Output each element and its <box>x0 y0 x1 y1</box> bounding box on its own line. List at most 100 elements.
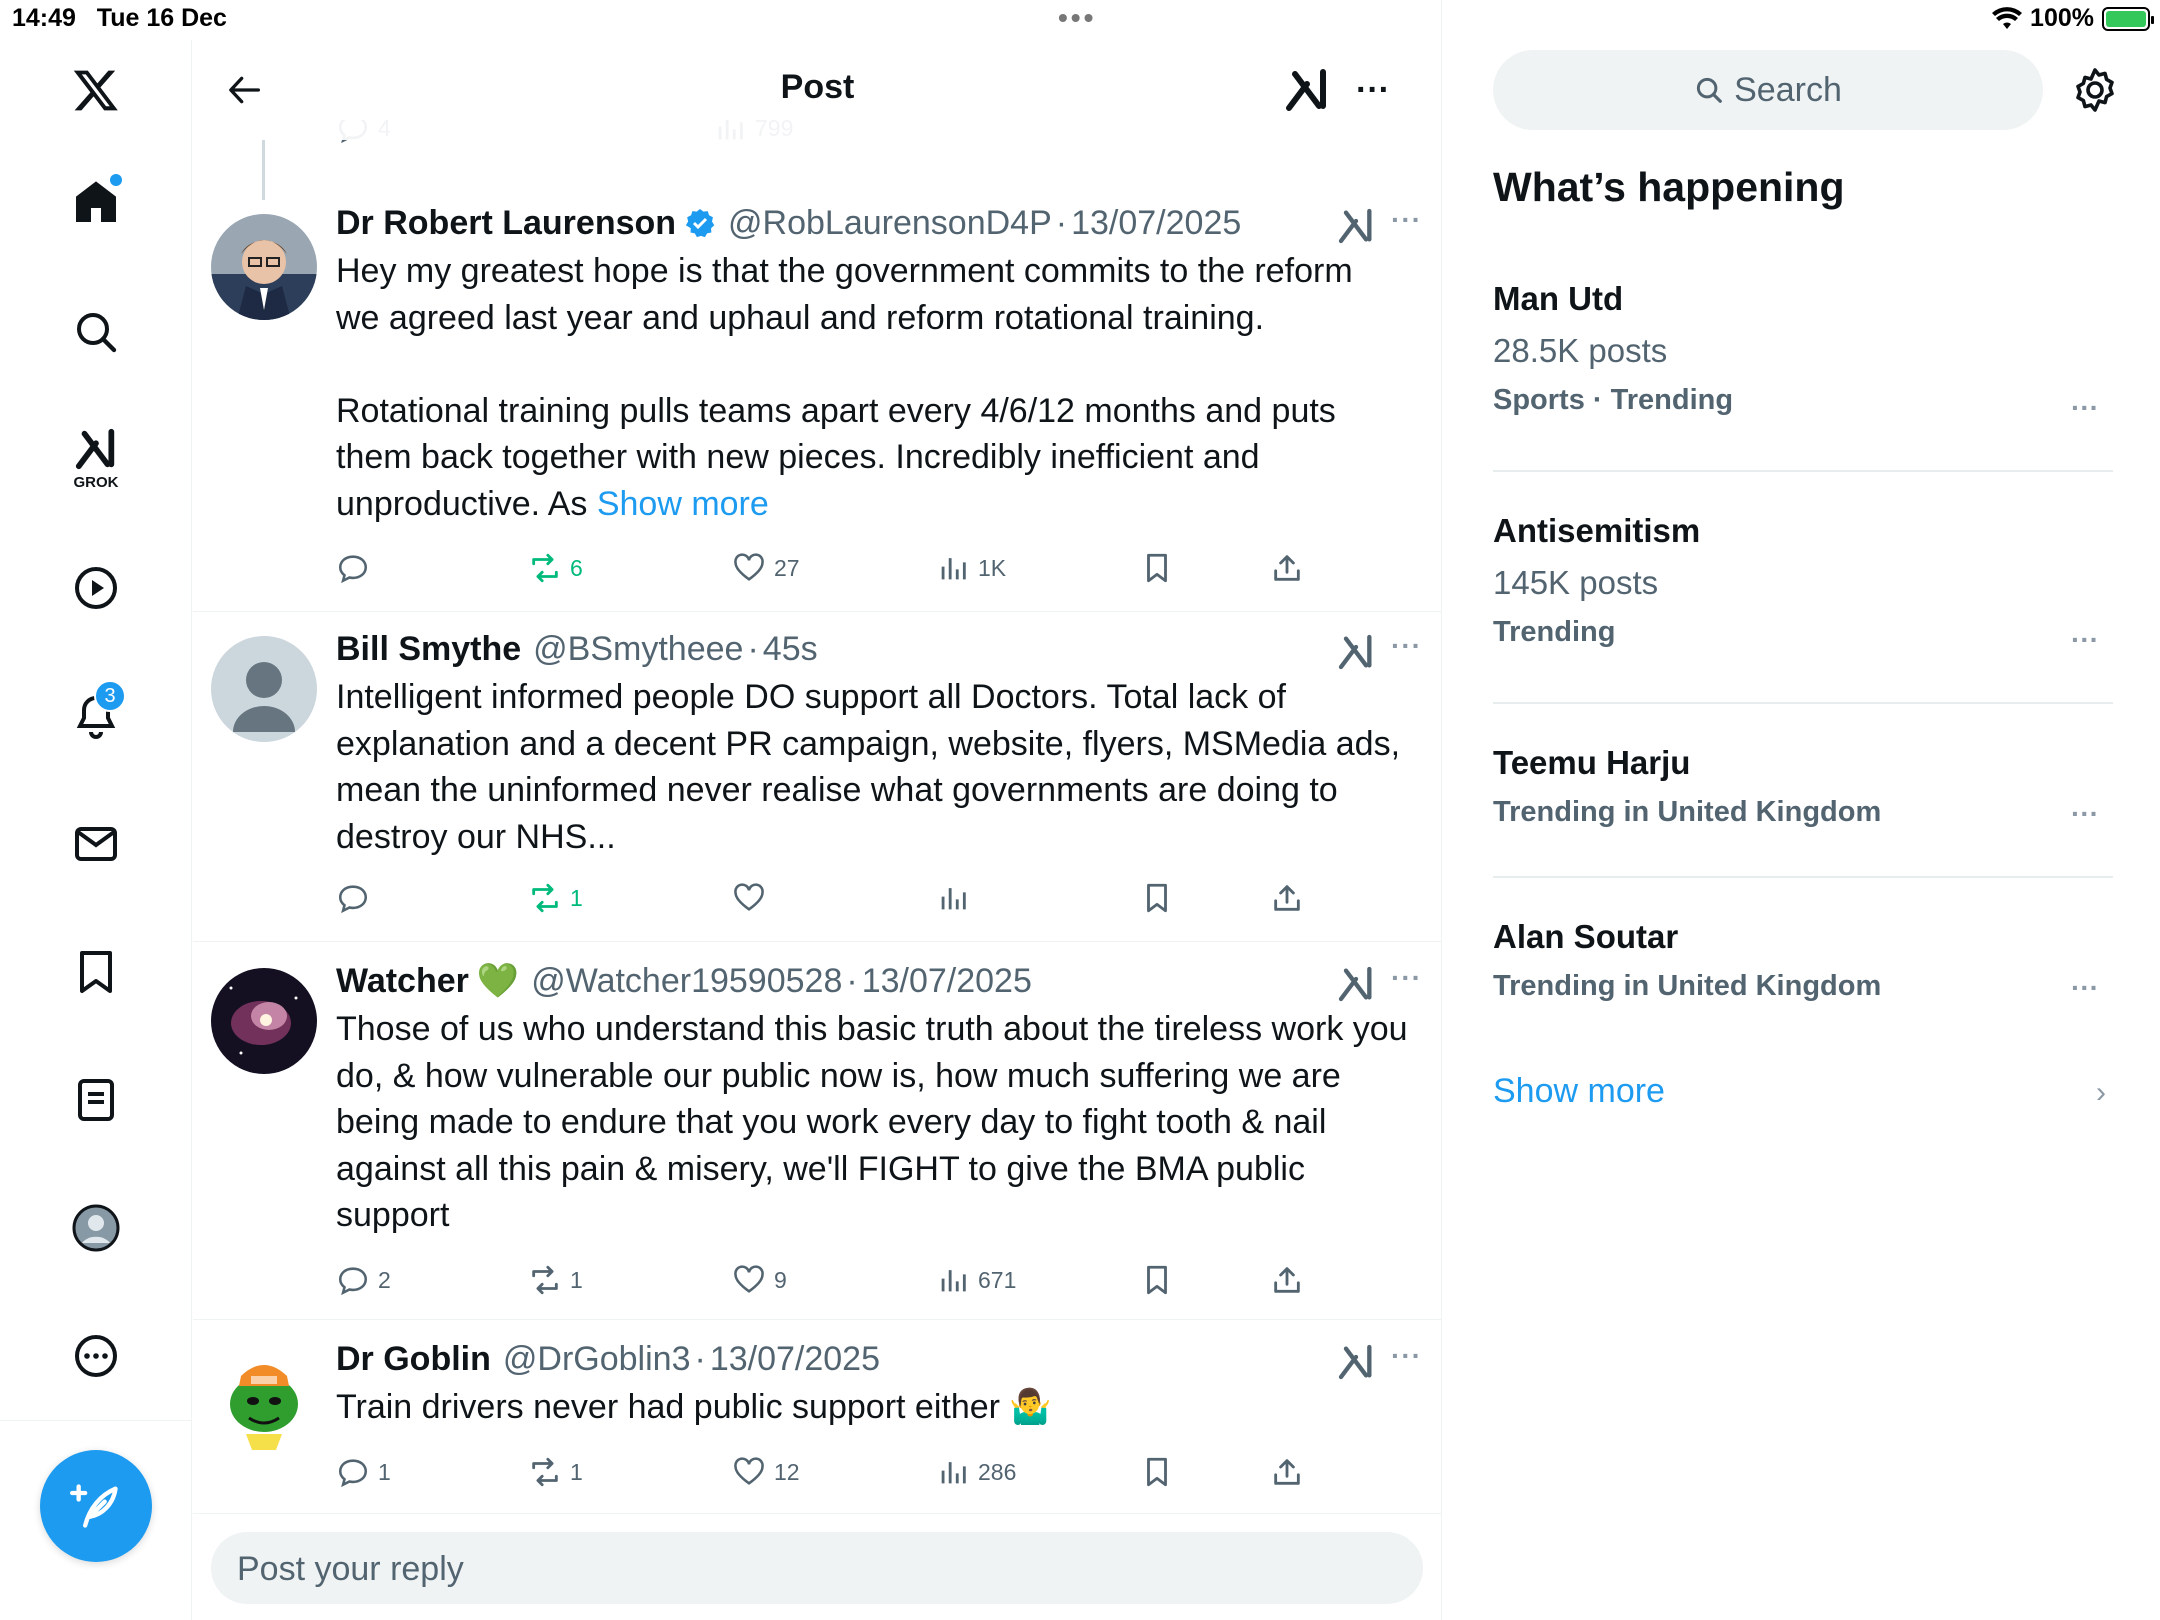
nav-notifications[interactable]: 3 <box>56 676 136 756</box>
author-handle[interactable]: @BSmytheee <box>533 630 743 669</box>
share-button[interactable] <box>1270 876 1304 920</box>
grok-icon[interactable] <box>1336 632 1376 672</box>
bookmark-button[interactable] <box>1140 1450 1174 1494</box>
author-name[interactable]: Bill Smythe <box>336 630 521 669</box>
nav-bookmarks[interactable] <box>56 932 136 1012</box>
notification-badge: 3 <box>94 680 126 712</box>
post-date[interactable]: 45s <box>763 630 818 669</box>
repost-icon <box>532 883 558 913</box>
share-icon <box>1274 555 1300 581</box>
grok-icon[interactable] <box>1336 1342 1376 1382</box>
nav-messages[interactable] <box>56 804 136 884</box>
post-header-line: Dr Robert Laurenson @RobLaurensonD4P · 1… <box>336 203 1242 243</box>
trend-item[interactable]: Antisemitism 145K posts Trending ··· <box>1493 512 2113 655</box>
author-handle[interactable]: @RobLaurensonD4P <box>728 204 1052 243</box>
reply-button[interactable]: 1 <box>336 1450 391 1494</box>
nav-profile[interactable] <box>56 1188 136 1268</box>
nav-video[interactable] <box>56 548 136 628</box>
author-name[interactable]: Watcher <box>336 962 469 1001</box>
reply-post[interactable]: Dr Goblin @DrGoblin3 · 13/07/2025 ··· Tr… <box>193 1336 1441 1514</box>
x-logo-icon[interactable] <box>56 50 136 130</box>
reply-input[interactable]: Post your reply <box>211 1532 1423 1604</box>
grok-icon[interactable] <box>1336 964 1376 1004</box>
post-actions: 6 27 1K <box>336 546 1336 590</box>
reply-placeholder: Post your reply <box>237 1550 464 1588</box>
share-button[interactable] <box>1270 546 1304 590</box>
views-button[interactable] <box>936 876 978 920</box>
reply-button[interactable] <box>336 876 378 920</box>
compose-post-button[interactable] <box>40 1450 152 1562</box>
bookmark-icon <box>1147 1265 1167 1295</box>
trend-item[interactable]: Alan Soutar Trending in United Kingdom ·… <box>1493 918 2113 1003</box>
views-button[interactable]: 286 <box>936 1450 1016 1494</box>
author-name[interactable]: Dr Goblin <box>336 1340 491 1379</box>
reply-button[interactable] <box>336 546 378 590</box>
more-options-icon[interactable]: ··· <box>2071 624 2099 656</box>
more-options-icon[interactable]: ··· <box>2071 798 2099 830</box>
more-options-icon[interactable]: ··· <box>2071 392 2099 424</box>
reply-post[interactable]: Bill Smythe @BSmytheee · 45s ··· Intelli… <box>193 626 1441 942</box>
bookmark-button[interactable] <box>1140 1258 1174 1302</box>
repost-button[interactable]: 1 <box>528 876 583 920</box>
views-button[interactable]: 671 <box>936 1258 1016 1302</box>
reply-post[interactable]: Watcher 💚 @Watcher19590528 · 13/07/2025 … <box>193 958 1441 1320</box>
left-nav: GROK 3 <box>0 40 192 1620</box>
like-button[interactable]: 12 <box>732 1450 800 1494</box>
chevron-right-icon: › <box>2096 1076 2106 1109</box>
share-button[interactable] <box>1270 1258 1304 1302</box>
profile-icon <box>72 1204 120 1252</box>
share-button[interactable] <box>1270 1450 1304 1494</box>
reply-post[interactable]: Dr Robert Laurenson @RobLaurensonD4P · 1… <box>193 200 1441 612</box>
more-options-icon[interactable]: ··· <box>1349 66 1397 114</box>
more-options-icon[interactable]: ··· <box>2071 972 2099 1004</box>
show-more-link[interactable]: Show more <box>597 485 769 523</box>
repost-button[interactable]: 1 <box>528 1258 583 1302</box>
grok-label: GROK <box>73 473 119 491</box>
more-options-icon[interactable]: ··· <box>1391 962 1422 994</box>
nav-grok[interactable]: GROK <box>56 418 136 498</box>
show-more-link[interactable]: Show more <box>1493 1072 1665 1111</box>
right-sidebar: Search What’s happening Man Utd 28.5K po… <box>1443 40 2160 1620</box>
grok-icon[interactable] <box>1336 206 1376 246</box>
repost-button[interactable]: 1 <box>528 1450 583 1494</box>
like-button[interactable]: 9 <box>732 1258 787 1302</box>
nav-lists[interactable] <box>56 1060 136 1140</box>
bookmark-button[interactable] <box>1140 876 1174 920</box>
avatar[interactable] <box>211 1346 317 1452</box>
author-handle[interactable]: @DrGoblin3 <box>503 1340 691 1379</box>
trend-meta: Trending in United Kingdom <box>1493 796 1882 828</box>
divider <box>1493 702 2113 704</box>
bookmark-button[interactable] <box>1140 546 1174 590</box>
avatar[interactable] <box>211 636 317 742</box>
trend-item[interactable]: Man Utd 28.5K posts Sports · Trending ··… <box>1493 280 2113 423</box>
trend-name: Teemu Harju <box>1493 744 1691 781</box>
avatar[interactable] <box>211 968 317 1074</box>
like-button[interactable] <box>732 876 774 920</box>
more-options-icon[interactable]: ··· <box>1391 630 1422 662</box>
share-icon <box>1274 885 1300 911</box>
trend-item[interactable]: Teemu Harju Trending in United Kingdom ·… <box>1493 744 2113 829</box>
home-unread-dot <box>110 174 122 186</box>
post-header-line: Bill Smythe @BSmytheee · 45s <box>336 629 818 669</box>
author-name[interactable]: Dr Robert Laurenson <box>336 204 676 243</box>
repost-button[interactable]: 6 <box>528 546 583 590</box>
grok-icon[interactable] <box>1283 66 1331 114</box>
more-options-icon[interactable]: ··· <box>1391 204 1422 236</box>
nav-home[interactable] <box>56 162 136 242</box>
more-options-icon[interactable]: ··· <box>1391 1340 1422 1372</box>
post-date[interactable]: 13/07/2025 <box>862 962 1032 1001</box>
views-button[interactable]: 1K <box>936 546 1006 590</box>
gear-icon[interactable] <box>2071 66 2119 114</box>
nav-explore[interactable] <box>56 292 136 372</box>
post-date[interactable]: 13/07/2025 <box>1071 204 1241 243</box>
post-text: Train drivers never had public support e… <box>336 1388 1052 1426</box>
status-right: 100% <box>1992 4 2154 33</box>
avatar[interactable] <box>211 214 317 320</box>
reply-icon <box>338 555 368 584</box>
author-handle[interactable]: @Watcher19590528 <box>531 962 842 1001</box>
search-input[interactable]: Search <box>1493 50 2043 130</box>
nav-more[interactable] <box>56 1316 136 1396</box>
reply-button[interactable]: 2 <box>336 1258 391 1302</box>
post-date[interactable]: 13/07/2025 <box>710 1340 880 1379</box>
like-button[interactable]: 27 <box>732 546 800 590</box>
